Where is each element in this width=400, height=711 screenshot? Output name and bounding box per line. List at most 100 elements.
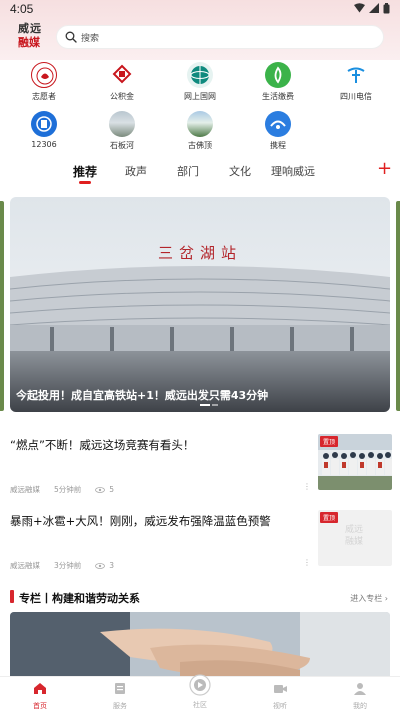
quick-link-shibanhe[interactable]: 石板河 (83, 111, 161, 151)
status-bar: 4:05 (0, 0, 400, 18)
telecom-logo-icon (343, 62, 369, 88)
tab-lixiang-weiyuan[interactable]: 理响威远 (271, 163, 315, 179)
news-title[interactable]: “燃点”不断！威远这场竞赛有看头！ (10, 438, 310, 453)
tab-culture[interactable]: 文化 (229, 163, 251, 179)
bill-payment-logo-icon (265, 62, 291, 88)
video-icon (273, 685, 287, 693)
pinned-tag: 置顶 (320, 436, 339, 447)
battery-icon (383, 3, 390, 14)
column-title: 专栏丨构建和谐劳动关系 (19, 592, 140, 605)
banner-caption: 今起投用！成自宜高铁站+1！威远出发只需43分钟 (16, 389, 269, 402)
nav-service[interactable]: 服务 (80, 680, 160, 711)
enter-column-link[interactable]: 进入专栏 › (350, 593, 388, 604)
eye-icon (95, 486, 106, 493)
news-thumbnail[interactable]: 置顶 (318, 434, 392, 490)
search-icon (65, 31, 77, 43)
ctrip-logo-icon (265, 111, 291, 137)
quick-link-telecom[interactable]: 四川电信 (317, 62, 395, 102)
state-grid-logo-icon (187, 62, 213, 88)
news-meta: 威远融媒 3分钟前 3 (10, 560, 128, 571)
carousel-indicator (200, 404, 218, 406)
profile-icon (354, 683, 366, 695)
more-options-icon[interactable]: ⋮ (303, 482, 311, 491)
nav-video[interactable]: 视听 (240, 680, 320, 711)
nav-label: 服务 (113, 702, 127, 710)
status-time: 4:05 (10, 2, 34, 16)
home-icon (34, 683, 46, 694)
station-photo: 三岔湖站 (10, 197, 390, 412)
mountain-photo-icon (187, 111, 213, 137)
station-sign-text: 三岔湖站 (158, 244, 242, 262)
tab-politics[interactable]: 政声 (125, 163, 147, 179)
volunteer-logo-icon (31, 62, 57, 88)
logo-line-1: 威远 (18, 22, 42, 35)
quick-link-housing-fund[interactable]: 公积金 (83, 62, 161, 102)
hands-photo (10, 612, 390, 682)
quick-link-bill-payment[interactable]: 生活缴费 (239, 62, 317, 102)
service-icon (115, 683, 125, 694)
quick-link-state-grid[interactable]: 网上国网 (161, 62, 239, 102)
news-item[interactable]: “燃点”不断！威远这场竞赛有看头！ 威远融媒 5分钟前 5 ⋮ 置顶 (0, 434, 400, 508)
quick-link-volunteer[interactable]: 志愿者 (5, 62, 83, 102)
status-icons (354, 3, 390, 14)
news-views-count: 3 (109, 561, 115, 570)
nav-label: 我的 (353, 702, 367, 710)
scenic-photo-icon (109, 111, 135, 137)
channel-tabs: 推荐 政声 部门 文化 理响威远 + (0, 158, 400, 188)
news-views: 5 (95, 485, 114, 494)
news-source: 威远融媒 (10, 561, 40, 570)
quick-links-grid: 志愿者 公积金 网上国网 生活缴费 四川电信 12306 石板河 古佛顶 携程 (0, 58, 400, 154)
carousel-dot (212, 404, 218, 406)
quick-link-label: 生活缴费 (262, 92, 294, 101)
quick-link-label: 携程 (270, 141, 286, 150)
quick-link-label: 石板河 (110, 141, 134, 150)
bottom-navigation: 首页 服务 社区 视听 我的 (0, 674, 400, 711)
more-options-icon[interactable]: ⋮ (303, 558, 311, 567)
news-time: 3分钟前 (54, 561, 82, 570)
nav-community[interactable]: 社区 (160, 674, 240, 710)
nav-label: 社区 (193, 701, 207, 709)
news-source: 威远融媒 (10, 485, 40, 494)
carousel-dot-active (200, 404, 210, 406)
news-views: 3 (95, 561, 114, 570)
wifi-icon (354, 3, 365, 13)
logo-line-2: 融媒 (18, 36, 40, 49)
quick-link-label: 12306 (31, 140, 57, 149)
news-meta: 威远融媒 5分钟前 5 (10, 484, 128, 495)
add-channel-icon[interactable]: + (377, 160, 392, 178)
nav-label: 视听 (273, 702, 287, 710)
nav-label: 首页 (33, 702, 47, 710)
quick-link-label: 古佛顶 (188, 141, 212, 150)
nav-profile[interactable]: 我的 (320, 680, 400, 711)
quick-link-ctrip[interactable]: 携程 (239, 111, 317, 151)
news-item[interactable]: 暴雨+冰雹+大风！刚刚，威远发布强降温蓝色预警 威远融媒 3分钟前 3 ⋮ 威远… (0, 510, 400, 584)
housing-fund-logo-icon (109, 62, 135, 88)
app-header: 威远 融媒 搜索 (0, 22, 400, 54)
railway-logo-icon (31, 111, 57, 137)
quick-link-label: 志愿者 (32, 92, 56, 101)
quick-link-label: 公积金 (110, 92, 134, 101)
quick-link-label: 四川电信 (340, 92, 372, 101)
banner-prev-peek[interactable] (0, 201, 4, 411)
pinned-tag: 置顶 (320, 512, 339, 523)
search-bar[interactable]: 搜索 (56, 25, 384, 49)
news-thumbnail[interactable]: 威远融媒 置顶 (318, 510, 392, 566)
signal-icon (369, 3, 379, 13)
news-time: 5分钟前 (54, 485, 82, 494)
headline-banner[interactable]: 三岔湖站 今起投用！成自宜高铁站+1！威远出发只需43分钟 (10, 197, 390, 412)
community-icon (189, 674, 211, 696)
eye-icon (95, 562, 106, 569)
active-tab-indicator (79, 181, 91, 184)
news-title[interactable]: 暴雨+冰雹+大风！刚刚，威远发布强降温蓝色预警 (10, 514, 310, 529)
column-cover-image[interactable] (10, 612, 390, 682)
tab-recommend[interactable]: 推荐 (73, 163, 97, 180)
search-placeholder: 搜索 (81, 34, 100, 44)
chevron-right-icon: › (384, 594, 388, 603)
nav-home[interactable]: 首页 (0, 680, 80, 711)
quick-link-12306[interactable]: 12306 (5, 111, 83, 149)
news-views-count: 5 (109, 485, 115, 494)
app-logo[interactable]: 威远 融媒 (18, 22, 48, 52)
banner-next-peek[interactable] (396, 201, 400, 411)
quick-link-gufoding[interactable]: 古佛顶 (161, 111, 239, 151)
tab-departments[interactable]: 部门 (177, 163, 199, 179)
